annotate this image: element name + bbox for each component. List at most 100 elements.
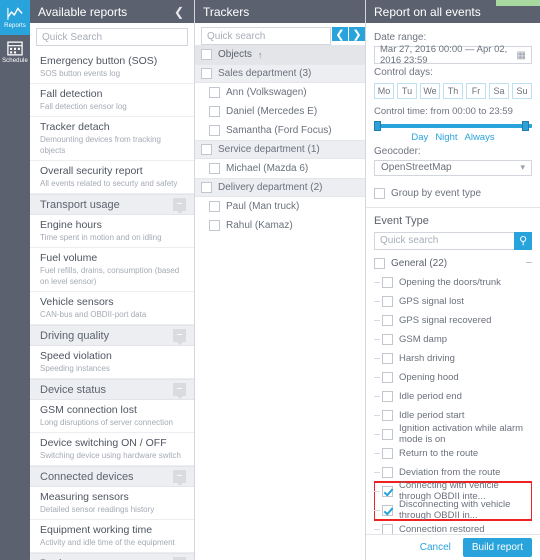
tracker-checkbox[interactable] xyxy=(209,163,220,174)
control-time-slider[interactable] xyxy=(374,120,532,131)
event-type-row[interactable]: Connection restored xyxy=(374,520,532,534)
event-type-checkbox[interactable] xyxy=(382,485,393,497)
reports-search-input[interactable] xyxy=(36,28,188,46)
trackers-list[interactable]: Sales department (3) Ann (Volkswagen) Dani… xyxy=(195,64,365,560)
event-type-row[interactable]: Idle period start xyxy=(374,406,532,425)
event-type-row[interactable]: GPS signal lost xyxy=(374,292,532,311)
time-presets[interactable]: Day Night Always xyxy=(374,132,532,143)
report-list-item[interactable]: Fuel volume Fuel refills, drains, consump… xyxy=(30,248,194,292)
event-type-checkbox[interactable] xyxy=(382,409,393,421)
event-type-checkbox[interactable] xyxy=(382,314,393,326)
event-type-row[interactable]: Disconnecting with vehicle through OBDII… xyxy=(374,499,532,521)
day-button-sa[interactable]: Sa xyxy=(489,83,509,99)
tracker-checkbox[interactable] xyxy=(201,68,212,79)
event-type-row[interactable]: Deviation from the route xyxy=(374,463,532,482)
event-type-checkbox[interactable] xyxy=(382,523,393,534)
report-list-item[interactable]: Speed violation Speeding instances xyxy=(30,346,194,379)
report-group-header[interactable]: Transport usage − xyxy=(30,194,194,215)
tracker-group-row[interactable]: Sales department (3) xyxy=(195,64,365,83)
event-search-input[interactable] xyxy=(374,231,515,250)
tracker-checkbox[interactable] xyxy=(209,106,220,117)
date-range-input[interactable]: Mar 27, 2016 00:00 — Apr 02, 2016 23:59 … xyxy=(374,44,532,66)
event-type-row[interactable]: Opening the doors/trunk xyxy=(374,273,532,292)
report-list-item[interactable]: Engine hours Time spent in motion and on … xyxy=(30,215,194,248)
collapse-toggle-icon[interactable]: − xyxy=(526,257,532,269)
time-preset-always[interactable]: Always xyxy=(465,132,495,143)
event-type-row[interactable]: Return to the route xyxy=(374,444,532,463)
event-type-checkbox[interactable] xyxy=(382,352,393,364)
build-report-button[interactable]: Build report xyxy=(462,538,532,557)
report-group-header[interactable]: Device status − xyxy=(30,379,194,400)
event-group-row[interactable]: General (22) − xyxy=(374,254,532,273)
tracker-checkbox[interactable] xyxy=(209,201,220,212)
rail-item-reports[interactable]: Reports xyxy=(0,0,30,35)
chevron-left-icon[interactable]: ❮ xyxy=(331,27,348,41)
rail-item-schedule[interactable]: Schedule xyxy=(0,35,30,70)
tracker-group-row[interactable]: Delivery department (2) xyxy=(195,178,365,197)
report-list-item[interactable]: Vehicle sensors CAN-bus and OBDII-port da… xyxy=(30,292,194,325)
report-list-item[interactable]: Overall security report All events relate… xyxy=(30,161,194,194)
event-type-row[interactable]: Opening hood xyxy=(374,368,532,387)
report-list-item[interactable]: Measuring sensors Detailed sensor reading… xyxy=(30,487,194,520)
day-button-mo[interactable]: Mo xyxy=(374,83,394,99)
collapse-toggle-icon[interactable]: − xyxy=(173,329,186,345)
chevron-left-icon[interactable]: ❮ xyxy=(172,6,186,18)
group-by-event-type-row[interactable]: Group by event type xyxy=(374,187,532,199)
tracker-checkbox[interactable] xyxy=(209,87,220,98)
day-button-tu[interactable]: Tu xyxy=(397,83,417,99)
collapse-toggle-icon[interactable]: − xyxy=(173,470,186,486)
calendar-icon[interactable]: ▦ xyxy=(517,50,526,61)
report-list-item[interactable]: GSM connection lost Long disruptions of s… xyxy=(30,400,194,433)
tracker-checkbox[interactable] xyxy=(201,182,212,193)
objects-select-all-checkbox[interactable] xyxy=(201,49,212,60)
report-list-item[interactable]: Device switching ON / OFF Switching devic… xyxy=(30,433,194,466)
trackers-objects-header-row[interactable]: Objects ↑ xyxy=(195,45,365,64)
day-button-fr[interactable]: Fr xyxy=(466,83,486,99)
event-type-row[interactable]: GPS signal recovered xyxy=(374,311,532,330)
event-type-checkbox[interactable] xyxy=(382,428,393,440)
tracker-row[interactable]: Ann (Volkswagen) xyxy=(195,83,365,102)
event-group-checkbox[interactable] xyxy=(374,257,385,269)
event-type-row[interactable]: Harsh driving xyxy=(374,349,532,368)
cancel-button[interactable]: Cancel xyxy=(414,539,457,556)
report-group-header[interactable]: Business− xyxy=(30,553,194,560)
event-type-row[interactable]: Idle period end xyxy=(374,387,532,406)
event-type-checkbox[interactable] xyxy=(382,466,393,478)
tracker-row[interactable]: Rahul (Kamaz) xyxy=(195,216,365,235)
control-days-row[interactable]: Mo Tu We Th Fr Sa Su xyxy=(374,83,532,99)
tracker-row[interactable]: Michael (Mazda 6) xyxy=(195,159,365,178)
sort-ascending-icon[interactable]: ↑ xyxy=(258,50,263,60)
tracker-group-row[interactable]: Service department (1) xyxy=(195,140,365,159)
event-type-row[interactable]: GSM damp xyxy=(374,330,532,349)
collapse-toggle-icon[interactable]: − xyxy=(173,383,186,399)
time-preset-night[interactable]: Night xyxy=(435,132,457,143)
event-type-row[interactable]: Ignition activation while alarm mode is … xyxy=(374,423,532,445)
tracker-row[interactable]: Daniel (Mercedes E) xyxy=(195,102,365,121)
geocoder-select[interactable]: OpenStreetMap ▾ xyxy=(374,159,532,176)
event-type-list[interactable]: General (22) − Opening the doors/trunk GPS … xyxy=(374,254,532,534)
day-button-th[interactable]: Th xyxy=(443,83,463,99)
report-group-header[interactable]: Connected devices − xyxy=(30,466,194,487)
event-type-checkbox[interactable] xyxy=(382,333,393,345)
tracker-row[interactable]: Samantha (Ford Focus) xyxy=(195,121,365,140)
event-type-checkbox[interactable] xyxy=(382,371,393,383)
event-type-checkbox[interactable] xyxy=(382,276,393,288)
tracker-checkbox[interactable] xyxy=(209,220,220,231)
tracker-checkbox[interactable] xyxy=(201,144,212,155)
reports-list[interactable]: Emergency button (SOS) SOS button events … xyxy=(30,51,194,560)
collapse-toggle-icon[interactable]: − xyxy=(173,198,186,214)
slider-handle-end[interactable] xyxy=(522,121,529,131)
report-list-item[interactable]: Tracker detach Demounting devices from tr… xyxy=(30,117,194,161)
event-type-checkbox[interactable] xyxy=(382,447,393,459)
report-list-item[interactable]: Fall detection Fall detection sensor log xyxy=(30,84,194,117)
event-type-checkbox[interactable] xyxy=(382,390,393,402)
day-button-we[interactable]: We xyxy=(420,83,440,99)
event-type-row[interactable]: Connecting with vehicle through OBDII in… xyxy=(374,480,532,502)
event-type-checkbox[interactable] xyxy=(382,504,393,516)
event-type-checkbox[interactable] xyxy=(382,295,393,307)
search-icon[interactable]: ⚲ xyxy=(514,231,532,250)
day-button-su[interactable]: Su xyxy=(512,83,532,99)
time-preset-day[interactable]: Day xyxy=(411,132,428,143)
tracker-checkbox[interactable] xyxy=(209,125,220,136)
trackers-search-input[interactable] xyxy=(201,27,331,45)
